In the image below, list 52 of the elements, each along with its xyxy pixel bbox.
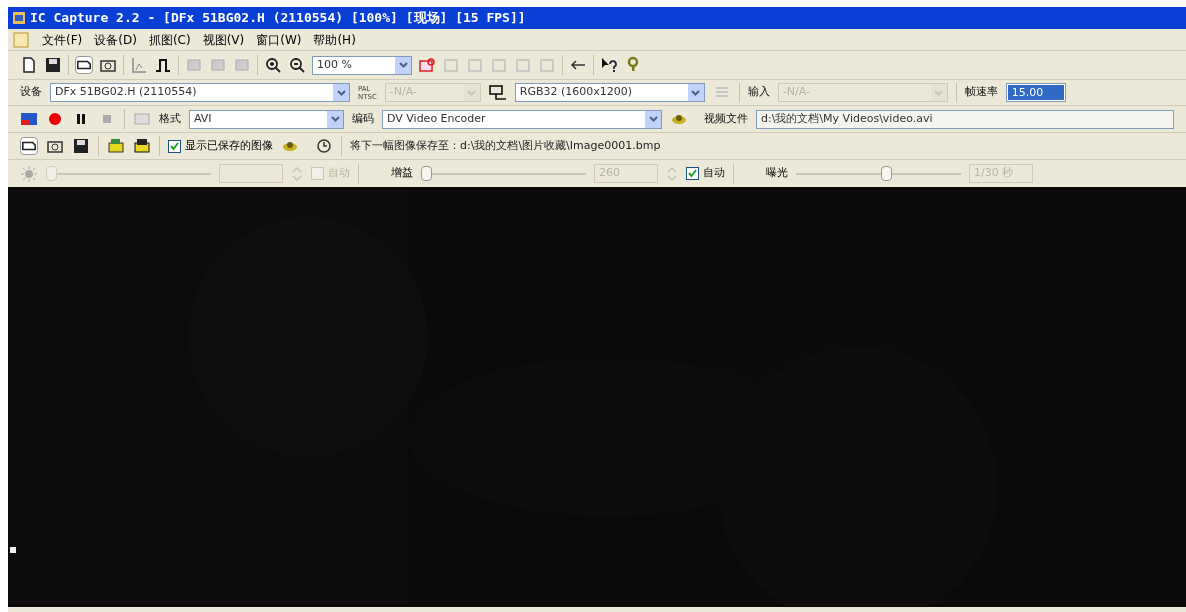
field-label: 视频文件 [704,110,748,127]
field-label: 设备 [20,84,42,101]
app-icon [12,11,26,25]
menu-item[interactable]: 帮助(H) [313,30,356,49]
zoom-dropdown[interactable]: 100 % [312,55,412,75]
codec-dropdown[interactable]: DV Video Encoder [382,109,662,129]
save-icon[interactable] [72,137,90,155]
checkbox[interactable] [168,139,181,153]
caret-icon[interactable] [648,116,658,122]
caret-icon[interactable] [691,89,701,96]
menu-item[interactable]: 窗口(W) [256,30,302,49]
chart-icon[interactable] [130,56,148,74]
pulse-icon[interactable] [154,56,172,74]
checkbox-label[interactable]: 自动 [703,165,725,182]
record-icon[interactable] [46,110,64,128]
field-label: 输入 [747,84,770,101]
slider[interactable] [421,165,586,182]
new-file-icon[interactable] [20,56,38,74]
save-path-text: 将下一幅图像保存至：d:\我的文档\图片收藏\Image0001.bmp [350,137,661,154]
monitor-icon[interactable] [20,110,38,128]
snapshot-icon[interactable] [418,56,436,74]
menu-item[interactable]: 设备(D) [94,30,137,49]
field-label: 帧速率 [964,84,998,101]
menu-item[interactable]: 视图(V) [202,30,245,49]
caret-icon[interactable] [398,62,408,68]
clock-icon[interactable] [315,137,333,155]
color-format-icon[interactable] [488,83,507,102]
menu-item[interactable]: 文件(F) [42,30,83,49]
slider[interactable] [796,165,961,182]
menu-item[interactable]: 抓图(C) [148,30,191,49]
property-label: 增益 [391,165,413,182]
window-title: IC Capture 2.2 - [DFx 51BG02.H (2110554) [100%] [现场] [15 FPS]] [30,9,526,28]
slider-thumb[interactable] [880,166,892,181]
slider-thumb[interactable] [421,166,432,181]
checkbox[interactable] [686,167,699,180]
caret-icon[interactable] [336,89,346,96]
property-label: 曝光 [766,165,788,182]
format-dropdown[interactable]: AVI [189,109,344,129]
color-format-dropdown[interactable]: RGB32 (1600x1200) [514,83,705,102]
checkbox-label[interactable]: 显示已保存的图像 [185,137,273,155]
save-icon[interactable] [44,56,62,74]
field-label: 编码 [352,110,374,127]
slider[interactable] [46,165,211,182]
zoom-in-icon[interactable] [264,56,282,74]
video-file-field[interactable]: d:\我的文档\My Videos\video.avi [756,109,1174,129]
zoom-out-icon[interactable] [288,56,306,74]
help-pointer-icon[interactable] [600,56,618,74]
sun-icon[interactable] [20,164,38,183]
caret-icon[interactable] [330,116,340,122]
field-label: 格式 [159,110,181,127]
frame-rate-field[interactable]: 15.00 [1005,83,1066,102]
device-dropdown[interactable]: DFx 51BG02.H (2110554) [50,83,350,102]
